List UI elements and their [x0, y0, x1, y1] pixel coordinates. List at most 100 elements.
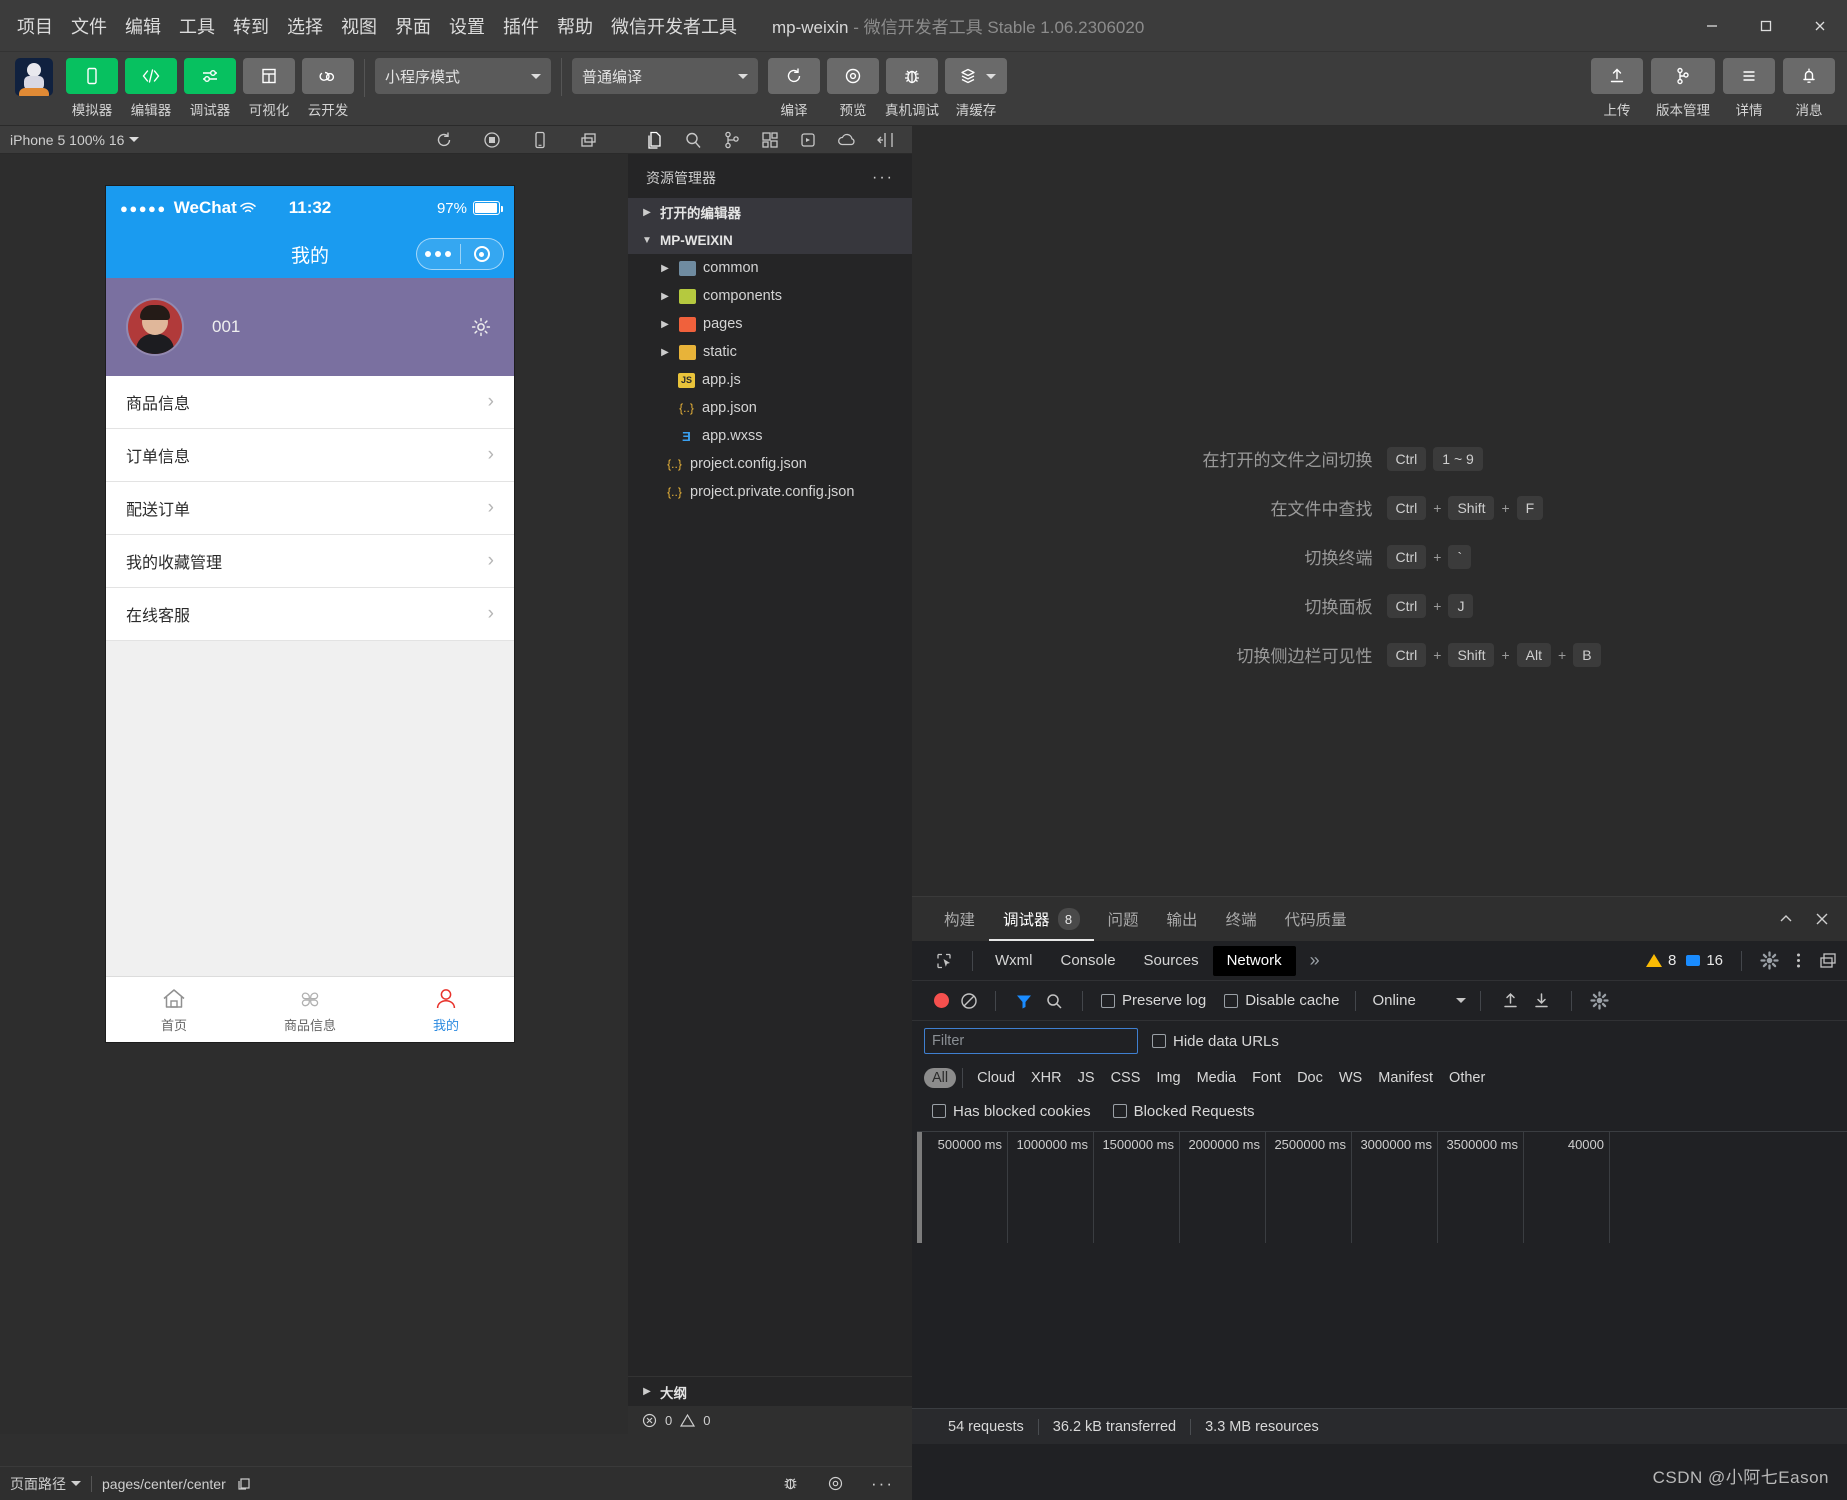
close-button[interactable] — [1793, 0, 1847, 52]
toolbar-editor[interactable]: 编辑器 — [125, 58, 177, 119]
type-filter-media[interactable]: Media — [1189, 1068, 1245, 1088]
menu-item-2[interactable]: 编辑 — [116, 8, 170, 44]
compile-button[interactable]: 编译 — [768, 58, 820, 119]
close-icon[interactable] — [1813, 910, 1831, 928]
version-control-button[interactable]: 版本管理 — [1651, 58, 1715, 119]
menu-item-8[interactable]: 设置 — [440, 8, 494, 44]
error-icon[interactable] — [642, 1413, 657, 1428]
type-filter-font[interactable]: Font — [1244, 1068, 1289, 1088]
split-icon[interactable] — [866, 126, 904, 154]
menu-item-3[interactable]: 工具 — [170, 8, 224, 44]
page-path-select[interactable]: 页面路径 — [10, 1474, 81, 1494]
tab-problems[interactable]: 问题 — [1094, 897, 1153, 941]
type-filter-all[interactable]: All — [924, 1068, 957, 1088]
tree-item-app-wxss[interactable]: Ǝ app.wxss — [628, 422, 912, 450]
tab-code-quality[interactable]: 代码质量 — [1271, 897, 1361, 941]
compile-select[interactable]: 普通编译 — [572, 58, 758, 94]
menu-item-6[interactable]: 视图 — [332, 8, 386, 44]
messages-button[interactable]: 消息 — [1783, 58, 1835, 119]
tab-terminal[interactable]: 终端 — [1212, 897, 1271, 941]
tree-item-pages[interactable]: ▶ pages — [628, 310, 912, 338]
menu-item-4[interactable]: 转到 — [224, 8, 278, 44]
record-button[interactable] — [934, 993, 949, 1008]
export-har-icon[interactable] — [1532, 991, 1551, 1010]
toolbar-simulator[interactable]: 模拟器 — [66, 58, 118, 119]
clear-button[interactable] — [959, 991, 979, 1011]
eye-icon[interactable] — [826, 1474, 845, 1493]
menu-item-5[interactable]: 选择 — [278, 8, 332, 44]
menu-item-10[interactable]: 帮助 — [548, 8, 602, 44]
copy-icon[interactable] — [236, 1476, 252, 1492]
tab-home[interactable]: 首页 — [106, 977, 242, 1042]
tab-debugger[interactable]: 调试器 8 — [989, 897, 1094, 941]
source-control-icon[interactable] — [713, 126, 751, 154]
hide-data-urls-checkbox[interactable]: Hide data URLs — [1152, 1033, 1279, 1050]
disable-cache-checkbox[interactable]: Disable cache — [1224, 992, 1339, 1009]
subtab-wxml[interactable]: Wxml — [981, 946, 1047, 976]
gear-icon[interactable] — [1760, 951, 1779, 970]
extensions-icon[interactable] — [751, 126, 789, 154]
blocked-requests-checkbox[interactable]: Blocked Requests — [1112, 1103, 1254, 1120]
tab-mine[interactable]: 我的 — [378, 977, 514, 1042]
user-avatar-cell[interactable] — [12, 58, 56, 96]
tab-products[interactable]: 商品信息 — [242, 977, 378, 1042]
type-filter-cloud[interactable]: Cloud — [969, 1068, 1023, 1088]
minimize-button[interactable] — [1685, 0, 1739, 52]
tab-build[interactable]: 构建 — [930, 897, 989, 941]
dock-icon[interactable] — [1818, 951, 1839, 970]
network-settings-gear-icon[interactable] — [1590, 991, 1609, 1010]
menu-item-1[interactable]: 文件 — [62, 8, 116, 44]
tree-item-components[interactable]: ▶ components — [628, 282, 912, 310]
type-filter-xhr[interactable]: XHR — [1023, 1068, 1070, 1088]
subtab-sources[interactable]: Sources — [1130, 946, 1213, 976]
cloud-icon[interactable] — [827, 126, 865, 154]
window-icon[interactable] — [578, 130, 600, 150]
chevron-up-icon[interactable] — [1777, 910, 1795, 928]
more-icon[interactable] — [1789, 951, 1808, 970]
toolbar-cloud[interactable]: 云开发 — [302, 58, 354, 119]
section-project-root[interactable]: ▼ MP-WEIXIN — [628, 226, 912, 254]
type-filter-manifest[interactable]: Manifest — [1370, 1068, 1441, 1088]
more-tabs-button[interactable]: » — [1296, 946, 1334, 976]
subtab-console[interactable]: Console — [1047, 946, 1130, 976]
tree-item-app-json[interactable]: {..} app.json — [628, 394, 912, 422]
files-icon[interactable] — [636, 126, 674, 154]
inspect-element-icon[interactable] — [924, 946, 964, 976]
type-filter-doc[interactable]: Doc — [1289, 1068, 1331, 1088]
menu-item-9[interactable]: 插件 — [494, 8, 548, 44]
import-har-icon[interactable] — [1501, 991, 1520, 1010]
debug-icon[interactable] — [789, 126, 827, 154]
throttling-select[interactable]: Online — [1372, 992, 1466, 1009]
device-select[interactable]: iPhone 5 100% 16 — [10, 132, 140, 148]
upload-button[interactable]: 上传 — [1591, 58, 1643, 119]
subtab-network[interactable]: Network — [1212, 945, 1296, 976]
tree-item-common[interactable]: ▶ common — [628, 254, 912, 282]
preview-button[interactable]: 预览 — [827, 58, 879, 119]
menu-item-11[interactable]: 微信开发者工具 — [602, 8, 746, 44]
tree-item-project-config[interactable]: {..} project.config.json — [628, 450, 912, 478]
search-icon[interactable] — [674, 126, 712, 154]
network-timeline[interactable]: 500000 ms 1000000 ms 1500000 ms 2000000 … — [917, 1131, 1847, 1243]
list-item[interactable]: 商品信息 › — [106, 376, 514, 429]
rotate-icon[interactable] — [530, 130, 550, 150]
record-icon[interactable] — [482, 130, 502, 150]
search-input[interactable]: Filter — [924, 1028, 1138, 1054]
menu-item-0[interactable]: 项目 — [8, 8, 62, 44]
real-device-debug-button[interactable]: 真机调试 — [885, 58, 939, 119]
warning-counter[interactable]: 8 — [1645, 952, 1676, 969]
tree-item-project-private-config[interactable]: {..} project.private.config.json — [628, 478, 912, 506]
section-open-editors[interactable]: ▶ 打开的编辑器 — [628, 198, 912, 226]
type-filter-js[interactable]: JS — [1070, 1068, 1103, 1088]
more-icon[interactable]: ··· — [872, 169, 894, 187]
list-item[interactable]: 我的收藏管理 › — [106, 535, 514, 588]
list-item[interactable]: 配送订单 › — [106, 482, 514, 535]
more-icon[interactable]: ··· — [871, 1474, 894, 1494]
details-button[interactable]: 详情 — [1723, 58, 1775, 119]
type-filter-img[interactable]: Img — [1148, 1068, 1188, 1088]
preserve-log-checkbox[interactable]: Preserve log — [1101, 992, 1206, 1009]
tree-item-app-js[interactable]: JS app.js — [628, 366, 912, 394]
menu-item-7[interactable]: 界面 — [386, 8, 440, 44]
tree-item-static[interactable]: ▶ static — [628, 338, 912, 366]
type-filter-other[interactable]: Other — [1441, 1068, 1493, 1088]
section-outline[interactable]: ▶ 大纲 — [628, 1376, 912, 1406]
